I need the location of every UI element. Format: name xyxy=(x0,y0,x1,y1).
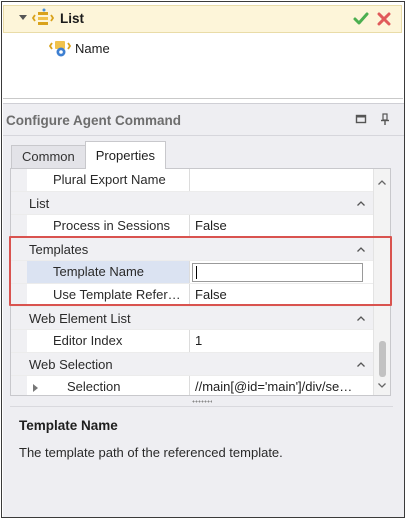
property-value[interactable]: //main[@id='main']/div/se… xyxy=(190,376,374,395)
description-title: Template Name xyxy=(19,418,118,433)
property-name: Editor Index xyxy=(27,330,190,352)
collapse-chevron-icon[interactable] xyxy=(357,362,365,367)
vertical-scrollbar[interactable] xyxy=(373,169,390,395)
property-name: Plural Export Name xyxy=(27,169,190,191)
category-web-element-list[interactable]: Web Element List xyxy=(11,307,374,330)
maximize-icon[interactable] xyxy=(354,112,368,126)
collapse-chevron-icon[interactable] xyxy=(357,201,365,206)
web-element-icon xyxy=(32,8,54,25)
text-caret xyxy=(196,266,197,279)
tree-node-name-label: Name xyxy=(75,41,110,56)
scroll-down-icon[interactable] xyxy=(378,383,386,388)
window-frame: List Name Configure Agent Command Common… xyxy=(1,1,405,518)
panel-title: Configure Agent Command xyxy=(6,113,181,128)
collapse-chevron-icon[interactable] xyxy=(357,247,365,252)
property-row-template-name[interactable]: Template Name xyxy=(11,261,374,284)
category-web-selection[interactable]: Web Selection xyxy=(11,353,374,376)
splitter-grip-icon[interactable] xyxy=(192,400,212,403)
category-list[interactable]: List xyxy=(11,192,374,215)
template-name-input[interactable] xyxy=(192,263,363,282)
property-name: Use Template Refer… xyxy=(27,284,190,306)
pane-splitter[interactable] xyxy=(10,398,393,406)
checkmark-icon[interactable] xyxy=(352,10,370,28)
tab-strip: Common Properties xyxy=(11,141,166,169)
property-value[interactable]: False xyxy=(190,284,374,306)
category-label: Templates xyxy=(29,242,89,257)
category-label: Web Selection xyxy=(29,357,113,372)
tree-node-list[interactable]: List xyxy=(3,5,402,33)
tab-common[interactable]: Common xyxy=(11,145,86,169)
command-tree: List Name xyxy=(3,3,403,99)
property-grid: Plural Export Name List Process in Sessi… xyxy=(10,168,391,396)
property-value xyxy=(190,261,374,283)
property-name: Process in Sessions xyxy=(27,215,190,237)
configure-agent-command-panel: Configure Agent Command Common Propertie… xyxy=(3,103,404,517)
close-icon[interactable] xyxy=(375,10,393,28)
expand-arrow-icon[interactable] xyxy=(19,15,27,20)
property-row-selection[interactable]: Selection //main[@id='main']/div/se… xyxy=(11,376,374,395)
scrollbar-thumb[interactable] xyxy=(379,341,386,377)
category-label: List xyxy=(29,196,50,211)
tree-node-list-label: List xyxy=(60,11,85,26)
expand-arrow-icon[interactable] xyxy=(33,384,38,392)
property-grid-rows: Plural Export Name List Process in Sessi… xyxy=(11,169,374,395)
pin-icon[interactable] xyxy=(378,112,392,126)
property-name: Template Name xyxy=(27,261,190,283)
collapse-chevron-icon[interactable] xyxy=(357,316,365,321)
property-value[interactable]: 1 xyxy=(190,330,374,352)
category-label: Web Element List xyxy=(29,311,131,326)
property-value[interactable]: False xyxy=(190,215,374,237)
scroll-up-icon[interactable] xyxy=(378,180,386,185)
property-name: Selection xyxy=(27,376,190,395)
property-row-editor-index[interactable]: Editor Index 1 xyxy=(11,330,374,353)
description-text: The template path of the referenced temp… xyxy=(19,445,283,460)
property-value[interactable] xyxy=(190,169,374,191)
property-row-use-template-reference[interactable]: Use Template Refer… False xyxy=(11,284,374,307)
category-templates[interactable]: Templates xyxy=(11,238,374,261)
description-pane: Template Name The template path of the r… xyxy=(10,406,393,514)
web-element-settings-icon xyxy=(49,41,71,57)
panel-header: Configure Agent Command xyxy=(3,104,404,136)
property-row-plural-export-name[interactable]: Plural Export Name xyxy=(11,169,374,192)
tab-properties[interactable]: Properties xyxy=(84,141,166,169)
property-row-process-in-sessions[interactable]: Process in Sessions False xyxy=(11,215,374,238)
